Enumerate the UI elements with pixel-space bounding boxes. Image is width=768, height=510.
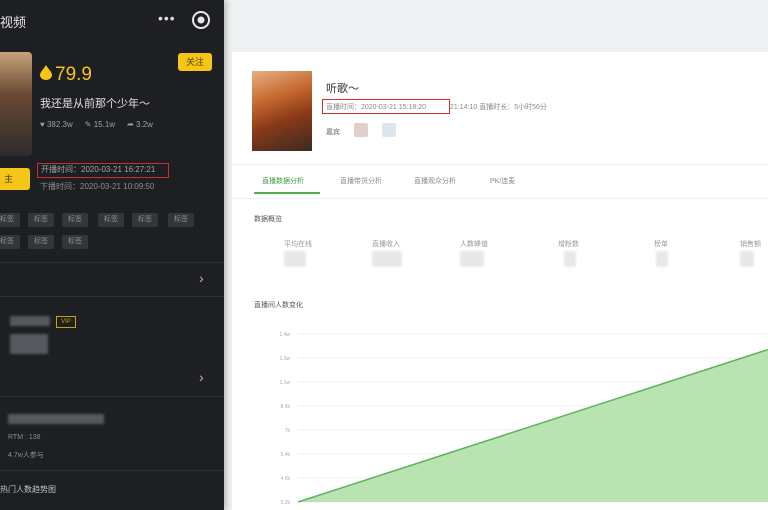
divider [0, 470, 224, 471]
guest-avatar[interactable] [382, 123, 396, 137]
follow-button[interactable]: 关注 [178, 53, 212, 71]
anchor-avatar[interactable] [0, 52, 32, 156]
divider [0, 396, 224, 397]
chevron-right-icon[interactable]: › [199, 270, 204, 286]
metric-value-blurred [740, 251, 754, 267]
y-tick-label: 1.1w [279, 380, 290, 386]
metric-label: 直播收入 [372, 241, 400, 248]
y-tick-label: 3.2k [281, 500, 291, 506]
target-icon[interactable] [190, 9, 212, 31]
tag[interactable]: 标签 [62, 213, 88, 227]
tag[interactable]: 标签 [132, 213, 158, 227]
divider [232, 164, 768, 165]
flame-icon [40, 65, 52, 80]
metric-value-blurred [372, 251, 402, 267]
comments-stat: ✎ 15.1w [84, 120, 116, 129]
tag[interactable]: 标签 [168, 213, 194, 227]
tab-pk[interactable]: PK/连麦 [490, 176, 515, 186]
mobile-end-time: 下播时间：2020-03-21 10:09:50 [40, 182, 155, 191]
shares-stat: ➦ 3.2w [127, 120, 153, 129]
metric-value-blurred [656, 251, 668, 267]
blurred-item [8, 414, 104, 424]
metric-label: 人数峰值 [460, 241, 488, 248]
home-button[interactable]: 主 [0, 168, 30, 190]
metric-label: 增粉数 [558, 241, 579, 248]
tag[interactable]: 标签 [62, 235, 88, 249]
web-start-time: 直播时间：2020-03-21 15:18:20 [326, 104, 426, 111]
chevron-right-icon[interactable]: › [199, 369, 204, 385]
y-tick-label: 8.6k [281, 404, 291, 410]
divider [0, 296, 224, 297]
trend-label: 热门人数趋势图 [0, 485, 56, 494]
metric-label: 榜单 [654, 241, 668, 248]
blurred-username [10, 316, 50, 326]
guest-label: 嘉宾 [326, 129, 340, 136]
tag[interactable]: 标签 [0, 213, 20, 227]
tag[interactable]: 标签 [98, 213, 124, 227]
y-tick-label: 1.4w [279, 332, 290, 338]
live-title: 我还是从前那个少年～ [40, 98, 150, 110]
overview-title: 数据概览 [254, 216, 282, 223]
hot-score: 79.9 [40, 64, 92, 86]
blurred-info [10, 334, 48, 354]
mobile-top-bar: 视频 ••• [0, 0, 224, 40]
y-tick-label: 7k [285, 428, 291, 434]
y-tick-label: 5.4k [281, 452, 291, 458]
y-tick-label: 4.6k [281, 476, 291, 482]
viewer-trend-chart: 1.4w 1.2w 1.1w 8.6k 7k 5.4k 4.6k 3.2k [279, 332, 768, 506]
mobile-start-time: 开播时间：2020-03-21 16:27:21 [37, 163, 169, 178]
y-tick-label: 1.2w [279, 356, 290, 362]
divider [0, 262, 224, 263]
rtm-value: RTM : 138 [8, 434, 41, 441]
anchor-cover[interactable] [252, 71, 312, 151]
metric-label: 销售额 [740, 241, 761, 248]
more-options-icon[interactable]: ••• [158, 10, 176, 26]
mobile-live-panel: 视频 ••• 79.9 关注 我还是从前那个少年～ ♥ 382.3w ✎ 15.… [0, 0, 224, 510]
web-analysis-panel: 听歌～ 直播时间：2020-03-21 15:18:20 21:14:10 直播… [232, 52, 768, 510]
tab-audience[interactable]: 直播观众分析 [414, 176, 456, 186]
hot-score-value: 79.9 [55, 64, 92, 85]
metric-value-blurred [460, 251, 484, 267]
metric-label: 平均在线 [284, 241, 312, 248]
guest-avatar[interactable] [354, 123, 368, 137]
vip-badge: VIP [56, 316, 76, 328]
tag[interactable]: 标签 [28, 213, 54, 227]
anchor-name: 听歌～ [326, 83, 359, 95]
tag[interactable]: 标签 [28, 235, 54, 249]
tab-live-data[interactable]: 直播数据分析 [262, 176, 304, 186]
web-end-time: 21:14:10 直播时长：5小时56分 [450, 104, 547, 111]
mobile-title: 视频 [0, 15, 27, 30]
likes-stat: ♥ 382.3w [40, 120, 73, 129]
participants: 4.7w人参与 [8, 452, 44, 459]
metric-value-blurred [284, 251, 306, 267]
metric-value-blurred [564, 251, 576, 267]
tab-sales[interactable]: 直播带货分析 [340, 176, 382, 186]
live-stats: ♥ 382.3w ✎ 15.1w ➦ 3.2w [40, 120, 153, 129]
divider [232, 198, 768, 199]
chart-title: 直播间人数变化 [254, 302, 303, 309]
active-tab-indicator [254, 192, 320, 194]
tag[interactable]: 标签 [0, 235, 20, 249]
